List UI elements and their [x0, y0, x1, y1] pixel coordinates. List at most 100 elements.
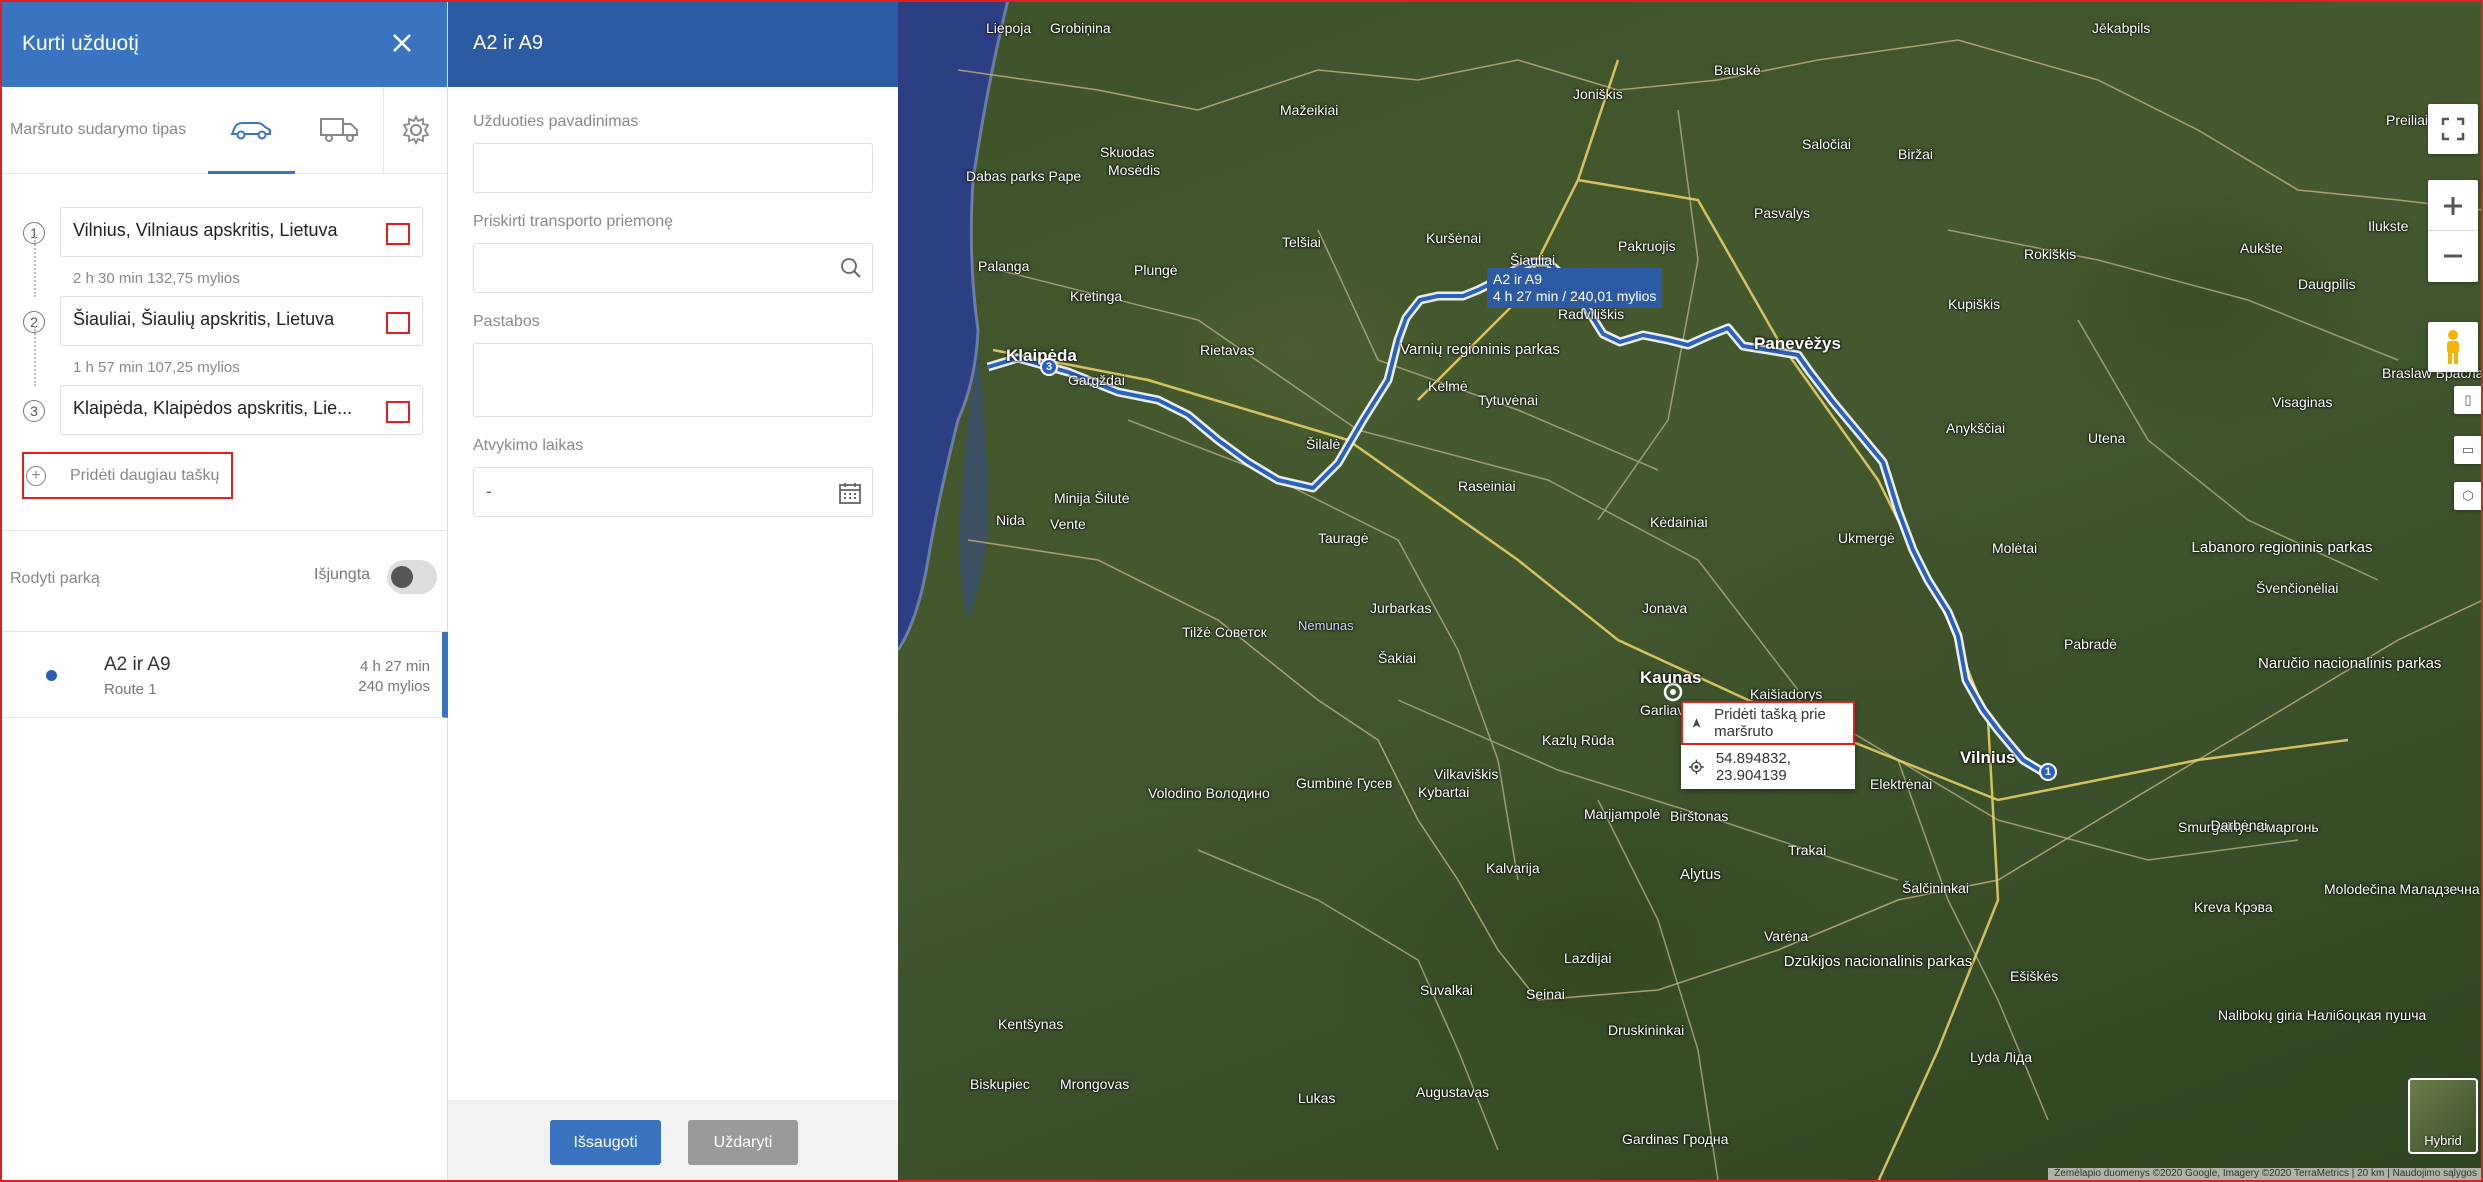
- task-name-input[interactable]: [473, 143, 873, 193]
- map-place-label: Dabas parks Pape: [966, 168, 1082, 184]
- route-distance: 240 mylios: [358, 678, 430, 695]
- map-place-label: Mažeikiai: [1280, 102, 1339, 118]
- waypoint-input-1[interactable]: Vilnius, Vilniaus apskritis, Lietuva: [60, 207, 423, 257]
- map-place-label: Daugpilis: [2298, 276, 2356, 292]
- map-place-label: Alytus: [1680, 866, 1721, 883]
- close-task-button[interactable]: Uždaryti: [688, 1120, 798, 1165]
- notes-label: Pastabos: [473, 313, 540, 330]
- map-view[interactable]: Liepoja Grobiņina Mažeikiai Joniškis Bau…: [898, 0, 2483, 1182]
- map-place-label: Tilžė Советск: [1182, 624, 1267, 640]
- route-type-bar: Maršruto sudarymo tipas: [0, 86, 447, 174]
- map-place-label: Darbėnai: [2210, 817, 2268, 833]
- add-more-points-label: Pridėti daugiau taškų: [70, 466, 220, 484]
- waypoint-3: 3 Klaipėda, Klaipėdos apskritis, Lie...: [0, 385, 448, 437]
- route-subtitle: Route 1: [104, 681, 157, 698]
- waypoint-remove-button-3[interactable]: [386, 401, 410, 423]
- task-name-field: Užduoties pavadinimas: [473, 113, 873, 193]
- map-place-label: Kėdainiai: [1650, 514, 1708, 530]
- gear-icon: [402, 115, 429, 145]
- tab-truck[interactable]: [295, 87, 383, 174]
- map-tool-button-1[interactable]: ▯: [2454, 386, 2482, 414]
- map-place-label: Skuodas: [1100, 144, 1155, 160]
- navigation-icon: [1692, 718, 1701, 728]
- map-place-label: Kupiškis: [1948, 296, 2001, 312]
- arrival-field: Atvykimo laikas -: [473, 437, 873, 517]
- map-tool-button-2[interactable]: ▭: [2454, 436, 2482, 464]
- map-place-label: Mosėdis: [1108, 162, 1161, 178]
- route-connector: [34, 326, 36, 386]
- map-place-label: Gargždai: [1068, 372, 1125, 388]
- map-place-label: Biskupiec: [970, 1076, 1030, 1092]
- map-place-label: Augustavas: [1416, 1084, 1490, 1100]
- map-place-label: Gumbinė Гусев: [1296, 775, 1393, 791]
- map-place-label: Molėtai: [1992, 540, 2038, 556]
- route-type-label: Maršruto sudarymo tipas: [10, 121, 187, 138]
- waypoint-remove-button-2[interactable]: [386, 312, 410, 334]
- waypoint-2: 2 Šiauliai, Šiaulių apskritis, Lietuva: [0, 296, 448, 348]
- map-waypoint-marker-1[interactable]: 1: [2039, 763, 2057, 781]
- add-point-to-route-menu-item[interactable]: Pridėti tašką prie maršruto: [1681, 701, 1855, 745]
- map-context-menu: Pridėti tašką prie maršruto 54.894832, 2…: [1681, 701, 1855, 789]
- map-place-label: Vente: [1050, 516, 1086, 532]
- zoom-control: [2428, 180, 2478, 282]
- arrival-time-input[interactable]: -: [473, 467, 873, 517]
- map-place-label: Jonava: [1642, 600, 1688, 616]
- map-place-label: Šilalė: [1306, 436, 1341, 452]
- street-view-button[interactable]: [2428, 322, 2478, 372]
- fullscreen-icon: [2441, 117, 2465, 141]
- map-place-label: Mrongovas: [1060, 1076, 1130, 1092]
- map-layer-switcher[interactable]: Hybrid: [2408, 1078, 2478, 1154]
- map-place-label: Ukmergė: [1838, 530, 1895, 546]
- map-place-label: Liepoja: [986, 20, 1032, 36]
- pegman-icon: [2447, 330, 2459, 364]
- map-place-label: Šakiai: [1378, 650, 1417, 666]
- waypoint-input-3[interactable]: Klaipėda, Klaipėdos apskritis, Lie...: [60, 385, 423, 435]
- task-details-panel: A2 ir A9 Užduoties pavadinimas Priskirti…: [448, 0, 898, 1182]
- map-place-label: Nemunas: [1298, 618, 1354, 633]
- waypoint-number: 3: [23, 400, 45, 422]
- settings-button[interactable]: [383, 86, 447, 174]
- map-place-label: Marijampolė: [1584, 806, 1661, 822]
- route-list-item[interactable]: A2 ir A9 Route 1 4 h 27 min 240 mylios: [0, 632, 448, 718]
- segment-info-2: 1 h 57 min 107,25 mylios: [73, 359, 240, 376]
- vehicle-search-input[interactable]: [473, 243, 873, 293]
- search-icon[interactable]: [840, 257, 862, 279]
- map-place-label: Nida: [996, 512, 1025, 528]
- add-more-points-button[interactable]: + Pridėti daugiau taškų: [22, 452, 233, 499]
- map-tool-button-3[interactable]: ⬡: [2454, 482, 2482, 510]
- map-place-label: Telšiai: [1282, 234, 1321, 250]
- map-place-label: Radviliškis: [1558, 306, 1625, 322]
- map-place-label: Kentšynas: [998, 1016, 1064, 1032]
- coordinates-label: 54.894832, 23.904139: [1715, 750, 1791, 784]
- task-name-label: Užduoties pavadinimas: [473, 113, 639, 130]
- calendar-icon[interactable]: [838, 481, 862, 505]
- map-place-label: Utena: [2088, 430, 2126, 446]
- map-place-label: Ilukste: [2368, 218, 2409, 234]
- waypoint-input-2[interactable]: Šiauliai, Šiaulių apskritis, Lietuva: [60, 296, 423, 346]
- map-place-label: Druskininkai: [1608, 1022, 1685, 1038]
- panel-header: Kurti užduotį: [0, 0, 447, 87]
- map-place-label: Kreva Крэва: [2194, 899, 2273, 915]
- zoom-out-icon: [2444, 254, 2462, 258]
- map-place-label: Minija Šilutė: [1054, 490, 1130, 506]
- map-place-label: Kalvarija: [1486, 860, 1540, 876]
- waypoint-remove-button-1[interactable]: [386, 223, 410, 245]
- save-button[interactable]: Išsaugoti: [550, 1120, 661, 1165]
- map-place-label: Kretinga: [1070, 288, 1123, 304]
- map-place-label: Varėna: [1764, 928, 1809, 944]
- zoom-in-button[interactable]: [2428, 181, 2478, 231]
- tab-car[interactable]: [207, 87, 296, 174]
- close-button[interactable]: [383, 24, 421, 62]
- fullscreen-button[interactable]: [2428, 104, 2478, 154]
- plus-circle-icon: +: [26, 465, 46, 486]
- map-place-label: Tytuvėnai: [1478, 392, 1538, 408]
- coordinates-menu-item[interactable]: 54.894832, 23.904139: [1681, 745, 1855, 789]
- notes-input[interactable]: [473, 343, 873, 417]
- zoom-out-button[interactable]: [2428, 231, 2478, 281]
- map-waypoint-marker-3[interactable]: 3: [1040, 358, 1058, 376]
- show-park-toggle[interactable]: [387, 560, 437, 594]
- vehicle-field: Priskirti transporto priemonę: [473, 213, 873, 293]
- map-place-label: Grobiņina: [1050, 20, 1111, 36]
- waypoint-1: 1 Vilnius, Vilniaus apskritis, Lietuva: [0, 207, 448, 259]
- map-place-label: Aukšte: [2240, 240, 2283, 256]
